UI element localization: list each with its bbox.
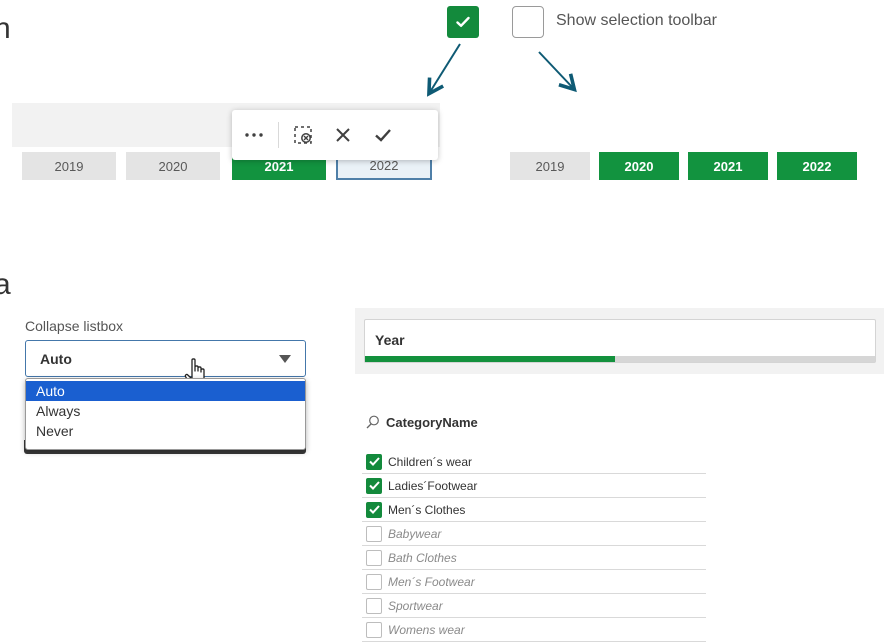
category-item-label: Womens wear (388, 622, 465, 637)
category-item[interactable]: Ladies´Footwear (362, 474, 706, 498)
year-chip-2022-right[interactable]: 2022 (777, 152, 857, 180)
category-item-label: Men´s Footwear (388, 574, 475, 589)
category-item-label: Babywear (388, 526, 442, 541)
checkmark-icon (456, 16, 470, 27)
collapse-listbox-select[interactable]: Auto (25, 340, 306, 377)
category-item[interactable]: Womens wear (362, 618, 706, 642)
collapse-listbox-label: Collapse listbox (25, 318, 124, 334)
year-filter-progress-fill (365, 356, 615, 362)
arrow-to-left-example (427, 43, 461, 97)
year-chip-2020-left[interactable]: 2020 (126, 152, 220, 180)
category-item-label: Children´s wear (388, 454, 473, 469)
cropped-text-mid: a (0, 268, 11, 301)
year-chip-2021-right[interactable]: 2021 (688, 152, 768, 180)
year-filter-title: Year (375, 332, 405, 348)
toolbar-divider (278, 122, 279, 148)
category-item[interactable]: Sportwear (362, 594, 706, 618)
category-item-label: Men´s Clothes (388, 502, 466, 517)
option-auto[interactable]: Auto (26, 381, 305, 401)
year-filter-progress-track (365, 356, 875, 362)
category-list-title: CategoryName (386, 415, 478, 430)
unchecked-checkbox-icon[interactable] (366, 621, 382, 638)
show-selection-toolbar-label: Show selection toolbar (556, 12, 717, 29)
show-toolbar-unchecked-checkbox[interactable] (512, 6, 544, 38)
unchecked-checkbox-icon[interactable] (366, 525, 382, 542)
category-item[interactable]: Children´s wear (362, 450, 706, 474)
checked-checkbox-icon[interactable] (366, 477, 382, 494)
year-chip-2019-left[interactable]: 2019 (22, 152, 116, 180)
year-chip-2019-right[interactable]: 2019 (510, 152, 590, 180)
category-item[interactable]: Bath Clothes (362, 546, 706, 570)
confirm-icon[interactable] (363, 115, 403, 155)
category-item[interactable]: Men´s Footwear (362, 570, 706, 594)
more-icon[interactable] (234, 115, 274, 155)
category-item-label: Ladies´Footwear (388, 478, 478, 493)
clear-selections-icon[interactable] (283, 115, 323, 155)
dropdown-arrow-icon (279, 355, 291, 363)
show-toolbar-checked-checkbox[interactable] (447, 6, 479, 38)
checked-checkbox-icon[interactable] (366, 501, 382, 518)
unchecked-checkbox-icon[interactable] (366, 549, 382, 566)
unchecked-checkbox-icon[interactable] (366, 597, 382, 614)
option-always[interactable]: Always (26, 401, 305, 421)
selection-toolbar (232, 110, 438, 160)
year-filter-pane[interactable]: Year (364, 319, 876, 363)
category-list: Children´s wear Ladies´Footwear Men´s Clot… (362, 450, 706, 642)
year-chip-2020-right[interactable]: 2020 (599, 152, 679, 180)
cancel-icon[interactable] (323, 115, 363, 155)
collapse-listbox-menu: Auto Always Never (25, 378, 306, 450)
arrow-to-right-example (538, 51, 577, 93)
cropped-text-top: n (0, 12, 11, 45)
category-item-label: Bath Clothes (388, 550, 457, 565)
checked-checkbox-icon[interactable] (366, 453, 382, 470)
unchecked-checkbox-icon[interactable] (366, 573, 382, 590)
category-item[interactable]: Babywear (362, 522, 706, 546)
collapse-listbox-value: Auto (40, 351, 72, 367)
search-icon (366, 415, 379, 429)
option-never[interactable]: Never (26, 421, 305, 441)
category-item-label: Sportwear (388, 598, 443, 613)
category-item[interactable]: Men´s Clothes (362, 498, 706, 522)
